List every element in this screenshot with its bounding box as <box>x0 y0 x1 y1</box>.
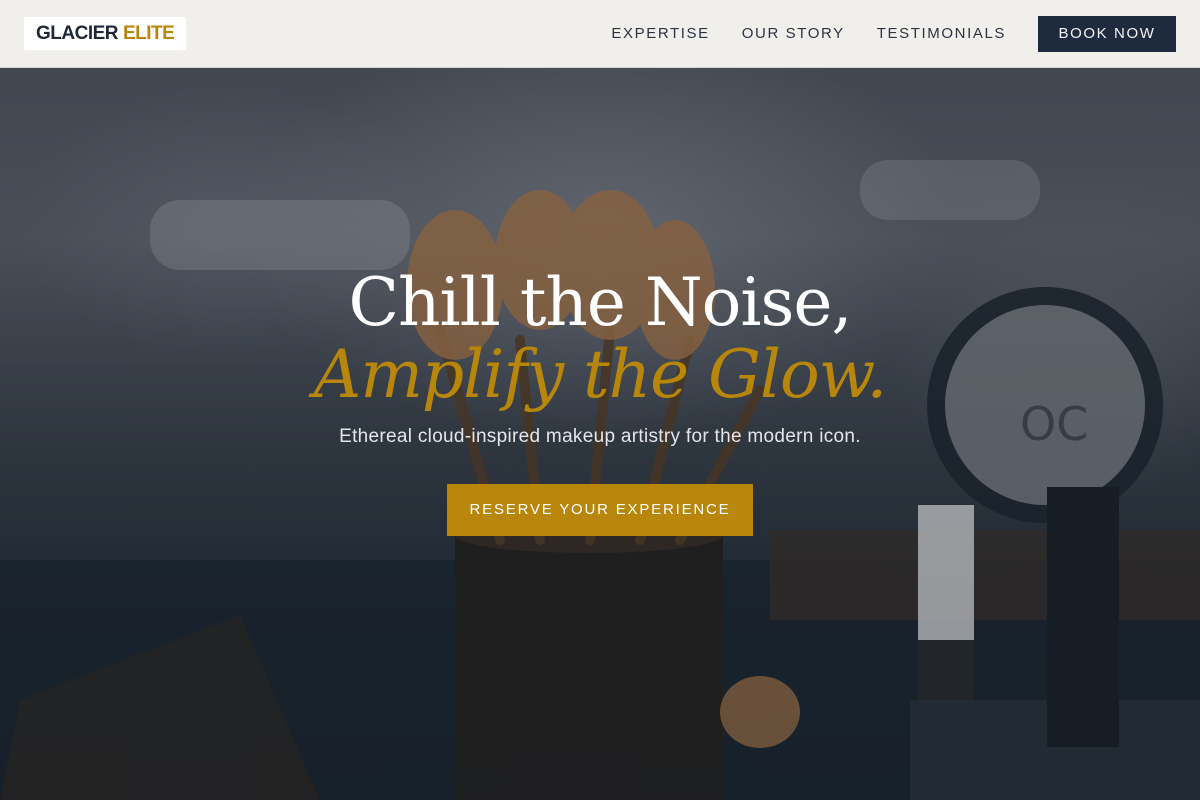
book-now-button[interactable]: BOOK NOW <box>1038 16 1176 52</box>
reserve-experience-button[interactable]: RESERVE YOUR EXPERIENCE <box>447 484 753 536</box>
brand-logo[interactable]: GLACIER ELITE <box>24 17 187 50</box>
brand-name-part2: ELITE <box>123 22 175 44</box>
brand-name-part1: GLACIER <box>36 22 119 44</box>
nav-link-our-story[interactable]: OUR STORY <box>742 16 845 52</box>
hero-headline-line2: Amplify the Glow. <box>313 336 888 413</box>
hero-headline-line1: Chill the Noise, <box>348 264 853 341</box>
hero-subtitle: Ethereal cloud-inspired makeup artistry … <box>339 426 861 447</box>
nav-link-expertise[interactable]: EXPERTISE <box>611 16 709 52</box>
nav-link-testimonials[interactable]: TESTIMONIALS <box>877 16 1006 52</box>
top-navigation-bar: GLACIER ELITE EXPERTISE OUR STORY TESTIM… <box>0 0 1200 68</box>
nav-links: EXPERTISE OUR STORY TESTIMONIALS BOOK NO… <box>611 16 1176 52</box>
